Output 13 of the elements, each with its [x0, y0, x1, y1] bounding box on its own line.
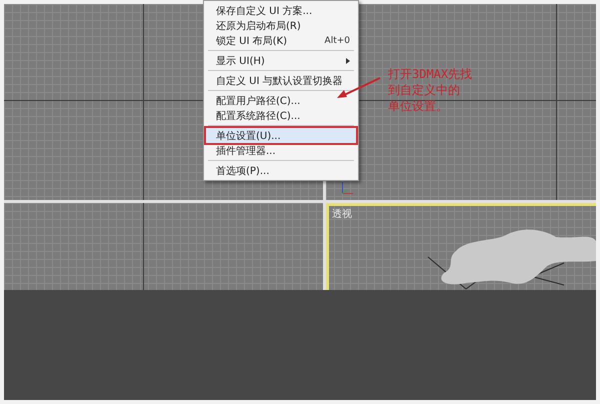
- menu-item[interactable]: 插件管理器...: [206, 143, 356, 158]
- menu-item[interactable]: 配置系统路径(C)...: [206, 108, 356, 123]
- menu-item[interactable]: 首选项(P)...: [206, 163, 356, 178]
- menu-item[interactable]: 显示 UI(H): [206, 53, 356, 68]
- menu-item[interactable]: 单位设置(U)...: [206, 128, 356, 143]
- menu-item[interactable]: 保存自定义 UI 方案...: [206, 3, 356, 18]
- axis-gizmo-icon: [342, 182, 353, 194]
- menu-item[interactable]: 自定义 UI 与默认设置切换器: [206, 73, 356, 88]
- annotation-text: 打开3DMAX先找 到自定义中的 单位设置。: [388, 66, 472, 114]
- viewport-label: 透视: [332, 208, 352, 221]
- menu-item[interactable]: 锁定 UI 布局(K) Alt+0: [206, 33, 356, 48]
- menu-item[interactable]: 配置用户路径(C)...: [206, 93, 356, 108]
- menu-item[interactable]: 还原为启动布局(R): [206, 18, 356, 33]
